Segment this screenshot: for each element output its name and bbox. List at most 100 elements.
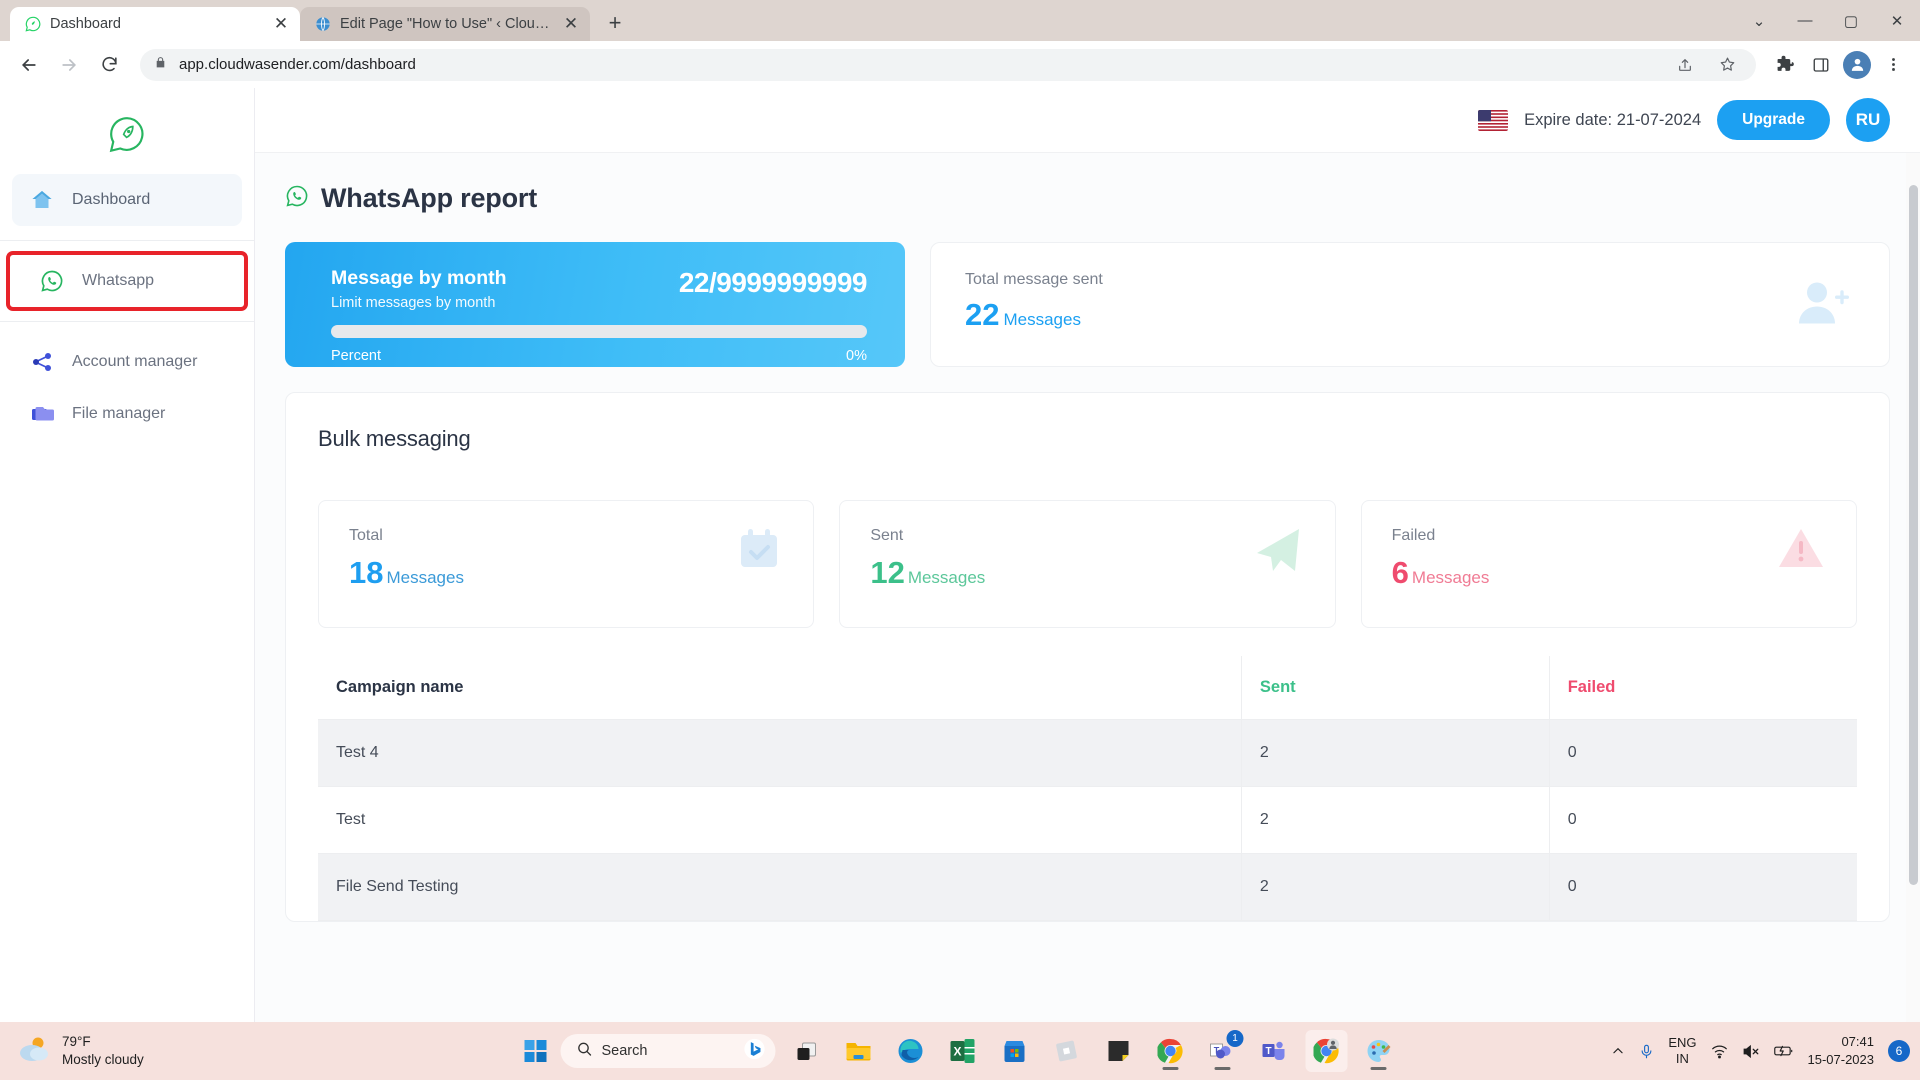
weather-widget[interactable]: 79°F Mostly cloudy	[0, 1033, 144, 1069]
more-menu-icon[interactable]	[1878, 50, 1908, 80]
share-nodes-icon	[28, 350, 56, 374]
sidebar-item-account-manager[interactable]: Account manager	[12, 336, 242, 388]
stat-card-total: Total 18 Messages	[318, 500, 815, 628]
scrollbar-thumb[interactable]	[1909, 185, 1918, 885]
column-header-sent[interactable]: Sent	[1240, 656, 1550, 720]
browser-toolbar: app.cloudwasender.com/dashboard	[0, 41, 1920, 88]
bookmark-star-icon[interactable]	[1712, 50, 1742, 80]
sidebar: Dashboard Whatsapp Account manager File …	[0, 88, 255, 1022]
clock-date: 15-07-2023	[1807, 1052, 1875, 1067]
us-flag-icon[interactable]	[1478, 109, 1509, 131]
bing-chat-icon[interactable]	[744, 1038, 766, 1065]
sidebar-item-dashboard[interactable]: Dashboard	[12, 174, 242, 226]
sidebar-item-file-manager[interactable]: File manager	[12, 388, 242, 440]
volume-muted-icon[interactable]	[1742, 1044, 1760, 1059]
minimize-icon[interactable]: —	[1782, 0, 1828, 41]
microphone-icon[interactable]	[1639, 1043, 1654, 1060]
message-card-counter: 22/9999999999	[678, 267, 868, 298]
table-row[interactable]: Test 4 2 0	[318, 719, 1857, 787]
forward-button[interactable]	[52, 48, 86, 82]
total-sent-value: 22	[965, 297, 1000, 332]
share-icon[interactable]	[1670, 50, 1700, 80]
paint-icon[interactable]	[1358, 1030, 1400, 1072]
chrome-profile-icon[interactable]	[1305, 1030, 1348, 1072]
taskbar-clock[interactable]: 07:41 15-07-2023	[1808, 1033, 1875, 1068]
microsoft-edge-icon[interactable]	[890, 1030, 932, 1072]
task-view-icon[interactable]	[786, 1030, 828, 1072]
home-icon	[28, 188, 56, 212]
show-hidden-icons-icon[interactable]	[1611, 1044, 1625, 1058]
teams-chat-icon[interactable]: T 1	[1202, 1030, 1244, 1072]
table-header-row: Campaign name Sent Failed	[318, 656, 1857, 720]
sidebar-item-label: Dashboard	[72, 191, 151, 208]
new-tab-button[interactable]: +	[598, 6, 632, 40]
column-header-failed[interactable]: Failed	[1548, 656, 1857, 720]
excel-icon[interactable]: X	[942, 1030, 984, 1072]
user-plus-icon	[1797, 279, 1851, 330]
maximize-icon[interactable]: ▢	[1828, 0, 1874, 41]
app-logo[interactable]	[0, 106, 254, 174]
user-avatar[interactable]: RU	[1846, 98, 1890, 142]
partly-cloudy-icon	[18, 1035, 52, 1068]
page-title: WhatsApp report	[321, 183, 537, 213]
notification-badge[interactable]: 6	[1888, 1040, 1910, 1062]
progress-label: Percent	[331, 348, 381, 364]
lock-icon	[154, 56, 167, 74]
tab-close-icon[interactable]: ✕	[560, 13, 582, 35]
minimize-all-icon[interactable]: ⌄	[1736, 0, 1782, 41]
table-row[interactable]: Test 2 0	[318, 786, 1857, 854]
stat-label: Sent	[870, 527, 904, 544]
stat-unit: Messages	[907, 568, 986, 587]
stat-card-sent: Sent 12 Messages	[839, 500, 1336, 628]
message-card-subtitle: Limit messages by month	[331, 295, 496, 311]
windows-start-icon[interactable]	[521, 1036, 551, 1066]
cell-failed: 0	[1548, 719, 1857, 787]
tab-close-icon[interactable]: ✕	[270, 13, 292, 35]
language-indicator[interactable]: ENG IN	[1668, 1035, 1696, 1068]
microsoft-store-icon[interactable]	[994, 1030, 1036, 1072]
file-explorer-icon[interactable]	[838, 1030, 880, 1072]
stat-unit: Messages	[1411, 568, 1490, 587]
clock-time: 07:41	[1841, 1034, 1874, 1050]
cell-failed: 0	[1548, 786, 1857, 854]
stat-value: 6	[1391, 555, 1409, 590]
taskbar-center: Search X T 1 T	[521, 1030, 1400, 1072]
upgrade-button[interactable]: Upgrade	[1717, 100, 1830, 140]
google-chrome-icon[interactable]	[1150, 1030, 1192, 1072]
sidebar-item-whatsapp[interactable]: Whatsapp	[22, 255, 232, 307]
cell-campaign-name: Test	[318, 786, 1242, 854]
microsoft-teams-icon[interactable]: T	[1254, 1030, 1296, 1072]
total-sent-unit: Messages	[1003, 310, 1081, 329]
table-row[interactable]: File Send Testing 2 0	[318, 853, 1857, 921]
wifi-icon[interactable]	[1711, 1044, 1728, 1059]
sticky-notes-icon[interactable]	[1098, 1030, 1140, 1072]
expire-date-label: Expire date: 21-07-2024	[1524, 110, 1702, 129]
address-bar[interactable]: app.cloudwasender.com/dashboard	[140, 48, 1756, 81]
teams-chat-badge: 1	[1226, 1030, 1244, 1047]
close-window-icon[interactable]: ✕	[1874, 0, 1920, 41]
browser-tab-dashboard[interactable]: Dashboard ✕	[10, 7, 300, 41]
message-by-month-card: Message by month Limit messages by month…	[285, 242, 905, 367]
profile-avatar-icon[interactable]	[1842, 50, 1872, 80]
warning-triangle-icon	[1778, 527, 1824, 574]
roblox-icon[interactable]	[1046, 1030, 1088, 1072]
back-button[interactable]	[12, 48, 46, 82]
cell-sent: 2	[1240, 853, 1550, 921]
cell-sent: 2	[1240, 719, 1550, 787]
column-header-campaign-name[interactable]: Campaign name	[318, 656, 1242, 720]
browser-tab-edit-page[interactable]: Edit Page "How to Use" ‹ Cloud W ✕	[300, 7, 590, 41]
paper-plane-icon	[1253, 527, 1303, 578]
whatsapp-rocket-icon	[24, 16, 41, 33]
side-panel-icon[interactable]	[1806, 50, 1836, 80]
whatsapp-highlight-box: Whatsapp	[6, 251, 248, 311]
reload-button[interactable]	[92, 48, 126, 82]
extensions-puzzle-icon[interactable]	[1770, 50, 1800, 80]
sidebar-item-label: File manager	[72, 405, 166, 422]
main-content: Expire date: 21-07-2024 Upgrade RU Whats…	[255, 88, 1920, 1022]
taskbar-search-box[interactable]: Search	[560, 1034, 776, 1068]
summary-cards-row: Message by month Limit messages by month…	[255, 214, 1920, 367]
app-body: Dashboard Whatsapp Account manager File …	[0, 88, 1920, 1022]
search-placeholder: Search	[601, 1043, 648, 1059]
battery-charging-icon[interactable]	[1773, 1044, 1794, 1058]
page-scrollbar[interactable]	[1906, 153, 1920, 1022]
